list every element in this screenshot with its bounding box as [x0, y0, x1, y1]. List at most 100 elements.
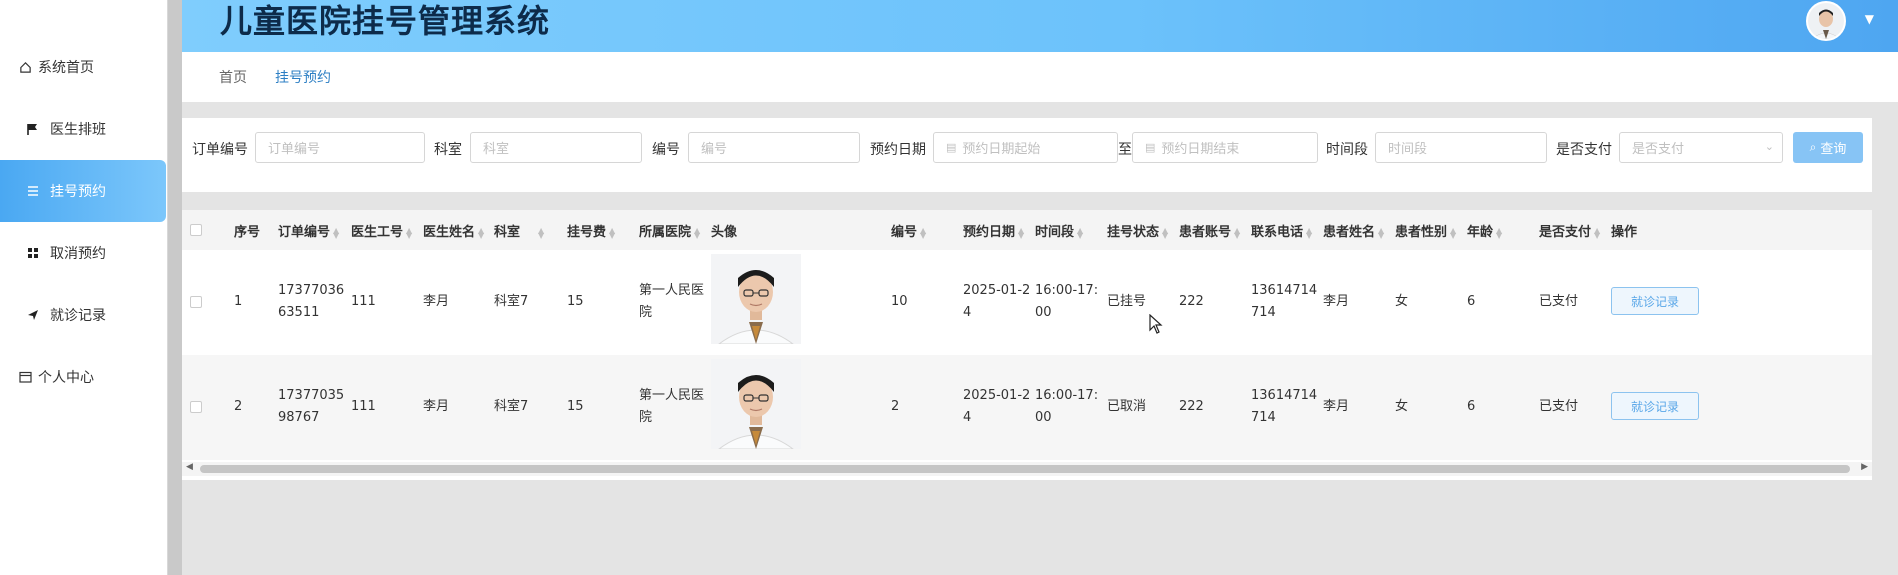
cell-slot: 16:00-17:00	[1035, 283, 1099, 320]
cell-patient-account: 222	[1179, 399, 1204, 414]
breadcrumb-current: 挂号预约	[275, 70, 331, 86]
table-header: 序号 订单编号 ▲ ▼ 医生工号 ▲ ▼ 医生姓名 ▲ ▼ 科室 ▲ ▼ 挂号费 ▲ ▼ 所属医院 ▲…	[182, 210, 1872, 250]
col-hospital[interactable]: 所属医院 ▲ ▼	[639, 221, 700, 240]
col-dept[interactable]: 科室 ▲ ▼	[494, 221, 544, 240]
col-action: 操作	[1611, 225, 1638, 240]
sidebar-item-label: 取消预约	[50, 246, 106, 262]
scroll-left-icon[interactable]: ◀	[186, 462, 193, 472]
query-button-label: 查询	[1820, 142, 1847, 157]
col-date[interactable]: 预约日期 ▲ ▼	[963, 221, 1024, 240]
breadcrumb-home[interactable]: 首页	[219, 67, 247, 87]
breadcrumb: 首页 挂号预约	[182, 52, 1898, 102]
table-row: 1 1737703663511 111 李月 科室7 15 第一人民医院 10 …	[182, 250, 1872, 355]
grid-icon	[26, 246, 40, 260]
cell-doctor-name: 李月	[423, 294, 450, 309]
time-slot-input[interactable]: 时间段	[1375, 132, 1547, 163]
cell-dept: 科室7	[494, 399, 529, 414]
date-label: 预约日期	[870, 142, 926, 158]
query-button[interactable]: ⌕ 查询	[1793, 132, 1863, 163]
horizontal-scrollbar[interactable]: ◀ ▶	[182, 462, 1872, 476]
sort-icon: ▲ ▼	[478, 225, 485, 240]
date-end-input[interactable]: ▤ 预约日期结束	[1132, 132, 1318, 163]
sort-icon: ▲ ▼	[920, 225, 927, 240]
chevron-down-icon[interactable]: ▼	[1865, 12, 1874, 26]
send-icon	[26, 308, 40, 322]
sidebar-item-visit-record[interactable]: 就诊记录	[0, 284, 166, 346]
date-end-placeholder: 预约日期结束	[1161, 142, 1240, 157]
col-gender[interactable]: 患者性别 ▲ ▼	[1395, 221, 1456, 240]
sidebar-item-cancel[interactable]: 取消预约	[0, 222, 166, 284]
cell-order-no: 1737703598767	[278, 388, 345, 425]
col-phone[interactable]: 联系电话 ▲ ▼	[1251, 221, 1312, 240]
sidebar-item-registration[interactable]: 挂号预约	[0, 160, 166, 222]
sort-icon: ▲ ▼	[538, 225, 545, 240]
order-no-label: 订单编号	[192, 142, 248, 158]
sort-icon: ▲ ▼	[1450, 225, 1457, 240]
number-input[interactable]: 编号	[688, 132, 860, 163]
cell-patient-name: 李月	[1323, 399, 1350, 414]
col-doctor-name[interactable]: 医生姓名 ▲ ▼	[423, 221, 484, 240]
select-all-checkbox[interactable]	[190, 224, 202, 236]
paid-label: 是否支付	[1556, 142, 1612, 158]
sidebar: 系统首页 医生排班 挂号预约 取消预约 就诊记录 个人中心	[0, 0, 168, 575]
col-number[interactable]: 编号 ▲ ▼	[891, 221, 926, 240]
flag-icon	[26, 122, 40, 136]
sort-icon: ▲ ▼	[609, 225, 616, 240]
col-fee[interactable]: 挂号费 ▲ ▼	[567, 221, 615, 240]
sort-icon: ▲ ▼	[1594, 225, 1601, 240]
row-checkbox[interactable]	[190, 401, 202, 413]
date-separator: 至	[1118, 142, 1132, 158]
sidebar-item-doctor-schedule[interactable]: 医生排班	[0, 98, 166, 160]
col-slot[interactable]: 时间段 ▲ ▼	[1035, 221, 1083, 240]
calendar-icon	[18, 370, 32, 384]
cell-phone: 13614714714	[1251, 388, 1318, 425]
cell-hospital: 第一人民医院	[639, 283, 705, 320]
scrollbar-thumb[interactable]	[200, 465, 1850, 473]
cell-phone: 13614714714	[1251, 283, 1318, 320]
col-order-no[interactable]: 订单编号 ▲ ▼	[278, 221, 339, 240]
dept-input[interactable]: 科室	[470, 132, 642, 163]
cell-index: 2	[234, 399, 243, 414]
app-title: 儿童医院挂号管理系统	[220, 2, 551, 40]
doctor-photo	[711, 359, 801, 449]
paid-select[interactable]: 是否支付 ⌄	[1619, 132, 1783, 163]
cell-hospital: 第一人民医院	[639, 388, 705, 425]
visit-record-button[interactable]: 就诊记录	[1611, 392, 1699, 420]
col-patient-name[interactable]: 患者姓名 ▲ ▼	[1323, 221, 1384, 240]
sort-icon: ▲ ▼	[333, 225, 340, 240]
mouse-cursor-icon	[1149, 313, 1163, 338]
col-status[interactable]: 挂号状态 ▲ ▼	[1107, 221, 1168, 240]
list-icon	[26, 184, 40, 198]
col-doctor-id[interactable]: 医生工号 ▲ ▼	[351, 221, 412, 240]
sidebar-item-label: 医生排班	[50, 122, 106, 138]
sidebar-item-home[interactable]: 系统首页	[0, 36, 166, 98]
scroll-right-icon[interactable]: ▶	[1861, 462, 1868, 472]
col-avatar: 头像	[711, 225, 738, 240]
col-index: 序号	[234, 225, 261, 240]
user-avatar[interactable]	[1806, 1, 1846, 41]
sidebar-scroll-gutter	[168, 0, 182, 575]
col-paid[interactable]: 是否支付 ▲ ▼	[1539, 221, 1600, 240]
registration-table: 序号 订单编号 ▲ ▼ 医生工号 ▲ ▼ 医生姓名 ▲ ▼ 科室 ▲ ▼ 挂号费 ▲ ▼ 所属医院 ▲…	[182, 210, 1872, 480]
cell-age: 6	[1467, 399, 1476, 414]
sidebar-item-label: 系统首页	[38, 60, 94, 76]
cell-date: 2025-01-24	[963, 283, 1031, 320]
cell-paid: 已支付	[1539, 399, 1579, 414]
sort-icon: ▲ ▼	[1496, 225, 1503, 240]
table-row: 2 1737703598767 111 李月 科室7 15 第一人民医院 2 2…	[182, 355, 1872, 460]
sort-icon: ▲ ▼	[1306, 225, 1313, 240]
col-patient-account[interactable]: 患者账号 ▲ ▼	[1179, 221, 1240, 240]
date-start-input[interactable]: ▤ 预约日期起始	[933, 132, 1118, 163]
sort-icon: ▲ ▼	[1077, 225, 1084, 240]
order-no-input[interactable]: 订单编号	[255, 132, 425, 163]
col-age[interactable]: 年龄 ▲ ▼	[1467, 221, 1502, 240]
cell-index: 1	[234, 294, 243, 309]
visit-record-button[interactable]: 就诊记录	[1611, 287, 1699, 315]
cell-doctor-id: 111	[351, 399, 376, 414]
sort-icon: ▲ ▼	[1234, 225, 1241, 240]
sidebar-item-label: 个人中心	[38, 370, 94, 386]
cell-fee: 15	[567, 399, 584, 414]
search-icon: ⌕	[1809, 140, 1817, 154]
sidebar-item-profile[interactable]: 个人中心	[0, 346, 166, 408]
row-checkbox[interactable]	[190, 296, 202, 308]
